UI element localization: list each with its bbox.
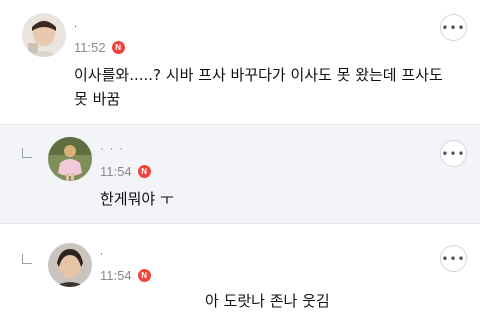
username[interactable]: . bbox=[74, 20, 77, 30]
timestamp: 11:54 bbox=[100, 268, 132, 283]
comment-meta: 11:54 N bbox=[100, 164, 151, 179]
comment-meta: 11:52 N bbox=[74, 40, 125, 55]
avatar-photo-icon bbox=[48, 243, 92, 287]
avatar-photo-icon bbox=[48, 137, 92, 181]
username[interactable]: · · · bbox=[100, 142, 124, 156]
more-options-button[interactable]: ••• bbox=[440, 245, 467, 272]
avatar[interactable] bbox=[48, 137, 92, 181]
comment-text: 이사를와.....? 시바 프사 바꾸다가 이사도 못 왔는데 프사도 못 바꿈 bbox=[74, 66, 443, 108]
timestamp: 11:54 bbox=[100, 164, 132, 179]
reply-arrow-icon bbox=[22, 148, 32, 158]
avatar-photo-icon bbox=[22, 13, 66, 57]
new-badge-icon: N bbox=[111, 41, 125, 54]
comment-meta: 11:54 N bbox=[100, 268, 151, 283]
comment-text: 한게뭐야 ㅜ bbox=[100, 190, 174, 208]
username[interactable]: · bbox=[100, 250, 103, 260]
new-badge-icon: N bbox=[137, 269, 151, 282]
more-options-button[interactable]: ••• bbox=[440, 140, 467, 167]
comment-text: 아 도랏나 존나 웃김 bbox=[205, 292, 330, 310]
new-badge-icon: N bbox=[137, 165, 151, 178]
comment: . 11:52 N 이사를와.....? 시바 프사 바꾸다가 이사도 못 왔는… bbox=[0, 0, 480, 124]
avatar[interactable] bbox=[48, 243, 92, 287]
avatar[interactable] bbox=[22, 13, 66, 57]
timestamp: 11:52 bbox=[74, 40, 106, 55]
reply-arrow-icon bbox=[22, 254, 32, 264]
more-options-button[interactable]: ••• bbox=[440, 14, 467, 41]
